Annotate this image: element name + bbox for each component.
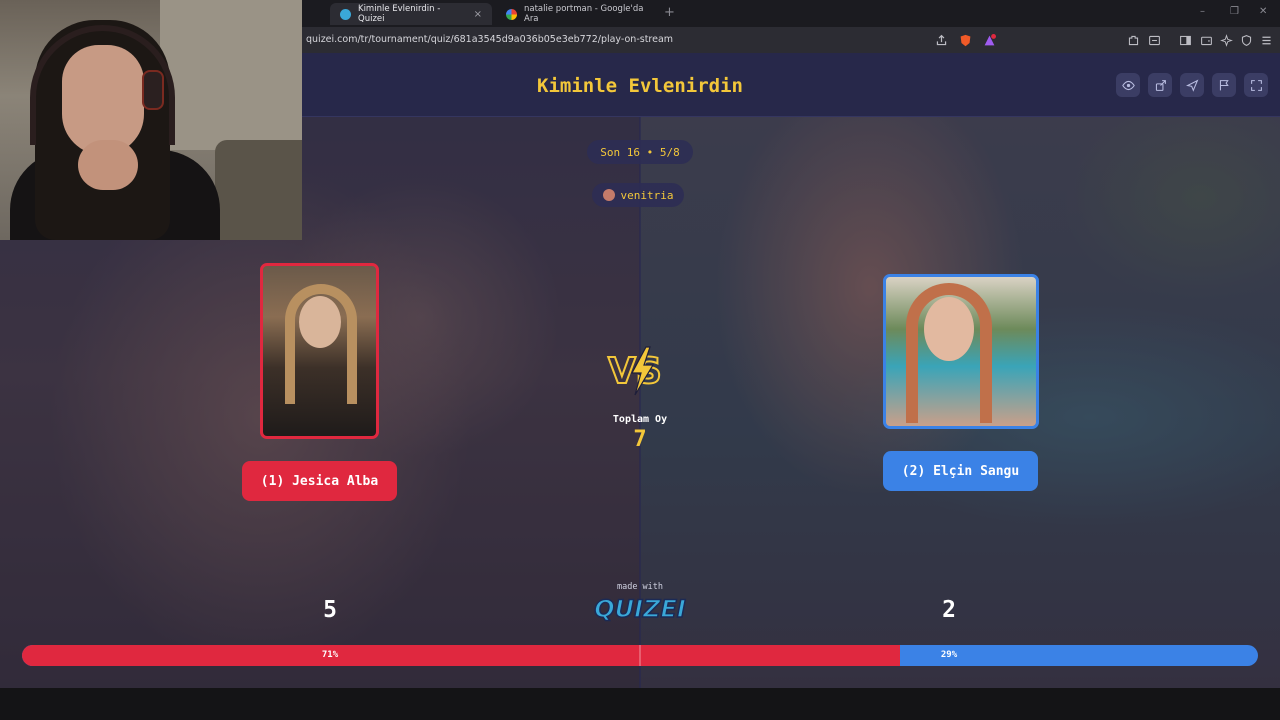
- brave-shield-icon[interactable]: [958, 33, 972, 47]
- screen: Kiminle Evlenirdin - Quizei × natalie po…: [0, 0, 1280, 720]
- restore-button[interactable]: ❐: [1230, 6, 1239, 17]
- fullscreen-button[interactable]: [1244, 73, 1268, 97]
- total-votes-label: Toplam Oy: [612, 414, 668, 425]
- tab-close-icon[interactable]: ×: [474, 9, 482, 20]
- eye-button[interactable]: [1116, 73, 1140, 97]
- round-label: Son 16 • 5/8: [600, 145, 680, 159]
- svg-text:QUIZEI: QUIZEI: [594, 595, 686, 623]
- taskbar-strip: [0, 688, 1280, 720]
- left-contestant-button[interactable]: (1) Jesica Alba: [242, 461, 397, 501]
- share-page-icon[interactable]: [934, 33, 948, 47]
- sofa-shape: [215, 140, 302, 240]
- url-field[interactable]: quizei.com/tr/tournament/quiz/681a3545d9…: [306, 34, 673, 45]
- vpn-shield-icon[interactable]: [1239, 33, 1253, 47]
- quizei-logo[interactable]: QUIZEI: [590, 591, 690, 625]
- extensions-icon[interactable]: [1126, 33, 1140, 47]
- report-button[interactable]: [1212, 73, 1236, 97]
- flag-icon: [1219, 79, 1229, 90]
- left-contestant-photo[interactable]: [260, 263, 379, 439]
- close-window-button[interactable]: ✕: [1259, 6, 1267, 17]
- tab-title: Kiminle Evlenirdin - Quizei: [358, 4, 441, 24]
- vs-icon: VS: [607, 346, 663, 396]
- screenshot-icon[interactable]: [1147, 33, 1161, 47]
- hair-shape: [906, 283, 992, 423]
- eye-icon: [1121, 80, 1135, 90]
- tab-title: natalie portman - Google'da Ara: [524, 4, 644, 24]
- round-badge: Son 16 • 5/8: [587, 140, 693, 164]
- send-button[interactable]: [1180, 73, 1204, 97]
- new-tab-button[interactable]: +: [664, 5, 675, 20]
- fullscreen-icon: [1250, 79, 1262, 91]
- hair-shape: [285, 284, 357, 404]
- streamer-name: venitria: [620, 188, 674, 202]
- left-vote-count: 5: [323, 597, 337, 623]
- headset-earcup: [142, 70, 164, 110]
- send-icon: [1185, 79, 1198, 92]
- streamer-badge: venitria: [592, 183, 684, 207]
- right-contestant-button[interactable]: (2) Elçin Sangu: [883, 451, 1038, 491]
- brave-rewards-icon[interactable]: [982, 33, 996, 47]
- share-icon: [1155, 79, 1166, 91]
- hand-shape: [78, 140, 138, 190]
- right-contestant-photo[interactable]: [883, 274, 1039, 429]
- streamer-avatar: [602, 189, 615, 201]
- right-percent-label: 29%: [940, 650, 958, 660]
- google-favicon-icon: [506, 8, 517, 20]
- total-votes-value: 7: [633, 427, 647, 452]
- quizei-favicon-icon: [340, 8, 351, 20]
- vote-progress-bar: 71% 29%: [22, 645, 1258, 666]
- sidebar-icon[interactable]: [1178, 33, 1192, 47]
- tab-quizei[interactable]: Kiminle Evlenirdin - Quizei ×: [330, 3, 492, 25]
- left-progress-fill: [22, 645, 900, 666]
- webcam-overlay: [0, 0, 302, 240]
- wall-shape: [160, 0, 302, 150]
- right-vote-count: 2: [942, 597, 956, 623]
- progress-midline: [639, 645, 641, 666]
- wallet-icon[interactable]: [1199, 33, 1213, 47]
- tab-google[interactable]: natalie portman - Google'da Ara: [496, 3, 658, 25]
- leo-ai-icon[interactable]: [1219, 33, 1233, 47]
- share-button[interactable]: [1148, 73, 1172, 97]
- left-percent-label: 71%: [321, 650, 339, 660]
- minimize-button[interactable]: –: [1200, 6, 1205, 17]
- menu-icon[interactable]: [1259, 33, 1273, 47]
